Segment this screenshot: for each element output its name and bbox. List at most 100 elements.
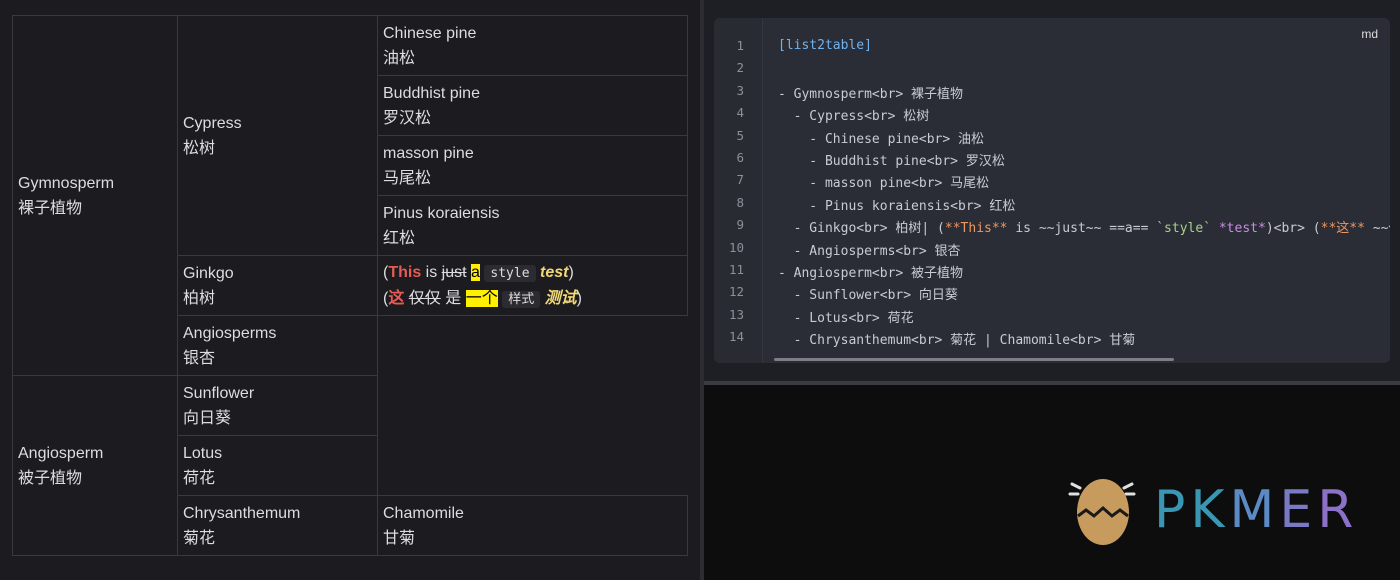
cell-zh: 菊花 [183,529,216,547]
logo-letter: E [1279,480,1318,540]
code-token: `style` [1156,221,1212,237]
horizontal-scrollbar[interactable] [774,358,1174,361]
highlight-text: a [471,263,480,281]
logo-letter: R [1317,480,1359,540]
cell-en: Buddhist pine [383,84,480,102]
cell-masson-pine: masson pine 马尾松 [377,135,688,196]
code-line[interactable]: - Buddhist pine<br> 罗汉松 [778,150,1005,169]
paren: ) [576,289,582,307]
preview-pane: Gymnosperm 裸子植物 Cypress 松树 Chinese pine … [0,0,700,580]
cell-zh: 被子植物 [18,469,83,487]
cell-zh: 向日葵 [183,409,232,427]
code-line[interactable]: - Chrysanthemum<br> 菊花 | Chamomile<br> 甘… [778,329,1136,349]
cell-zh: 罗汉松 [383,109,432,127]
code-token: - Angiosperms<br> 银杏 [778,243,961,259]
code-line[interactable]: - Ginkgo<br> 柏树| (**This** is ~~just~~ =… [778,217,1390,236]
cell-buddhist-pine: Buddhist pine 罗汉松 [377,75,688,136]
code-token: - Pinus koraiensis<br> 红松 [778,198,1016,214]
cell-chrysanthemum: Chrysanthemum 菊花 [177,495,378,556]
line-number: 6 [736,150,744,165]
code-token: *test* [1218,221,1266,237]
plant-table: Gymnosperm 裸子植物 Cypress 松树 Chinese pine … [12,15,688,556]
code-line[interactable]: - Chinese pine<br> 油松 [778,128,984,147]
cell-en: Ginkgo [183,264,234,282]
cell-gymnosperm: Gymnosperm 裸子植物 [12,15,178,376]
cell-zh: 甘菊 [383,529,416,547]
code-language-label: md [1361,27,1378,41]
code-line[interactable]: - Lotus<br> 荷花 [778,307,914,326]
code-token: - Lotus<br> 荷花 [778,310,914,326]
highlight-text: 一个 [465,289,498,307]
cell-en: Gymnosperm [18,174,115,192]
cell-empty [377,315,688,496]
code-token: - Cypress<br> 松树 [778,109,930,125]
code-block[interactable]: 1 2 3 4 5 6 7 8 9 10 11 12 13 14 [list2table] - Gymnos… [714,18,1390,363]
cell-zh: 荷花 [183,469,216,487]
line-number: 1 [736,38,744,53]
code-token: - Chrysanthemum<br> 菊花 | Chamomile<br> 甘… [778,333,1136,349]
plain-text: 是 [440,289,466,307]
code-line[interactable]: [list2table] [778,38,872,53]
strike-text: just [441,263,467,281]
cell-en: Chinese pine [383,24,477,42]
cell-zh: 银杏 [183,349,216,367]
cell-en: Chrysanthemum [183,504,301,522]
code-line[interactable]: - Pinus koraiensis<br> 红松 [778,195,1015,214]
cell-lotus: Lotus 荷花 [177,435,378,496]
code-token: **这** [1320,221,1365,237]
logo-text: PKMER [1154,480,1358,540]
cell-en: Chamomile [383,504,464,522]
code-line[interactable]: - Angiosperm<br> 被子植物 [778,262,963,281]
line-number: 5 [736,127,744,143]
line-number: 3 [736,82,744,98]
line-number: 9 [736,217,744,233]
code-token: [list2table] [778,38,872,53]
code-line[interactable]: - Cypress<br> 松树 [778,105,930,125]
line-number: 2 [736,60,744,76]
cell-en: masson pine [383,144,474,162]
paren: ) [568,263,574,281]
logo-letter: K [1190,480,1230,540]
cell-ginkgo-note: (This is just a style test) (这 仅仅 是 一个 样… [377,255,688,316]
code-token: is ~~just~~ ==a== [1007,221,1157,237]
line-number: 4 [736,105,744,121]
code-line[interactable]: - Sunflower<br> 向日葵 [778,284,958,303]
code-token: **This** [944,221,1008,237]
code-token: - Chinese pine<br> 油松 [778,131,985,147]
code-line[interactable]: - Angiosperms<br> 银杏 [778,240,961,259]
code-token: - Ginkgo<br> 柏树| ( [778,221,945,237]
logo-letter: P [1154,480,1191,540]
line-number: 10 [728,239,744,255]
cell-zh: 红松 [383,229,416,247]
code-token: - masson pine<br> 马尾松 [778,176,990,192]
cell-en: Pinus koraiensis [383,204,500,222]
cell-angiosperms: Angiosperms 银杏 [177,315,378,376]
cell-angiosperm: Angiosperm 被子植物 [12,375,178,556]
cell-en: Angiosperm [18,444,104,462]
cell-zh: 油松 [383,49,416,67]
plain-text: is [421,263,442,281]
inline-code: style [484,264,536,282]
code-token: - Sunflower<br> 向日葵 [778,288,958,304]
cell-zh: 柏树 [183,289,216,307]
strike-text: 仅仅 [408,289,441,307]
line-number: 13 [728,306,744,322]
egg-icon [1068,479,1136,545]
italic-text: test [539,263,569,281]
line-gutter: 1 2 3 4 5 6 7 8 9 10 11 12 13 14 [714,18,763,363]
cell-cypress: Cypress 松树 [177,15,378,256]
line-number: 14 [728,329,744,345]
note-zh: (这 仅仅 是 一个 样式 测试) [383,286,682,312]
code-token: - Angiosperm<br> 被子植物 [778,266,964,281]
cell-en: Angiosperms [183,324,277,342]
code-line[interactable]: - Gymnosperm<br> 裸子植物 [778,83,963,102]
line-number: 12 [728,284,744,300]
italic-text: 测试 [544,289,577,307]
code-line[interactable]: - masson pine<br> 马尾松 [778,172,989,191]
cell-en: Cypress [183,114,242,132]
code-token: - Gymnosperm<br> 裸子植物 [778,86,964,102]
inline-code: 样式 [502,290,541,308]
bold-text: 这 [388,289,405,307]
logo-letter: M [1229,480,1280,540]
